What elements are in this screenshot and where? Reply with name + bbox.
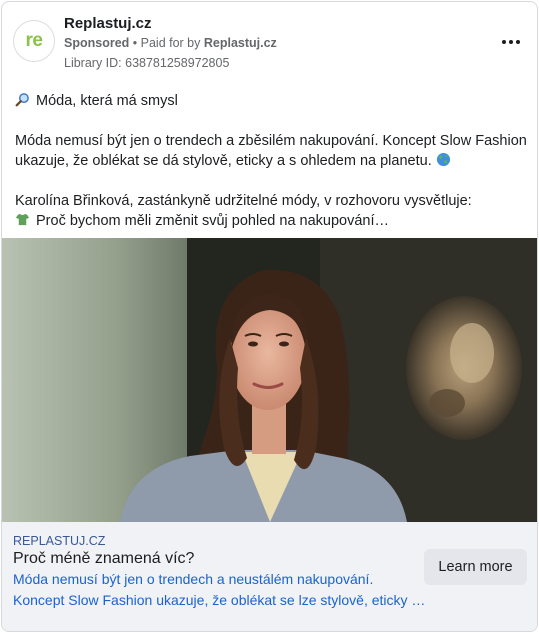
separator-dot: • [129, 36, 141, 50]
post-text-3b: Proč bychom měli změnit svůj pohled na n… [36, 213, 390, 229]
post-text-1: Móda, která má smysl [36, 93, 178, 109]
sponsored-line: Sponsored • Paid for by Replastuj.cz [64, 36, 277, 50]
dot-icon [509, 40, 513, 44]
advertiser-avatar[interactable]: re [13, 20, 55, 62]
sponsored-label: Sponsored [64, 36, 130, 50]
link-description-line-2[interactable]: Koncept Slow Fashion ukazuje, že oblékat… [13, 592, 425, 608]
dot-icon [502, 40, 506, 44]
more-options-button[interactable] [499, 32, 523, 52]
link-card[interactable]: REPLASTUJ.CZ Proč méně znamená víc? Móda… [2, 522, 537, 631]
link-description-line-1[interactable]: Móda nemusí být jen o trendech a neustál… [13, 571, 373, 587]
advertiser-name[interactable]: Replastuj.cz [64, 15, 152, 32]
link-domain[interactable]: REPLASTUJ.CZ [13, 534, 105, 548]
post-body: Móda, která má smysl Móda nemusí být jen… [15, 91, 527, 231]
post-text-3a: Karolína Břinková, zastánkyně udržitelné… [15, 193, 472, 209]
library-id: Library ID: 638781258972805 [64, 56, 230, 70]
post-paragraph-3: Karolína Břinková, zastánkyně udržitelné… [15, 191, 527, 231]
tshirt-icon [15, 213, 30, 226]
paid-for-name: Replastuj.cz [203, 36, 277, 50]
paid-for-prefix: Paid for by [140, 36, 204, 50]
post-paragraph-2: Móda nemusí být jen o trendech a zběsilé… [15, 131, 527, 171]
post-text-2b: ukazuje, že oblékat se dá stylově, etick… [15, 153, 432, 169]
post-line-1: Móda, která má smysl [15, 91, 527, 111]
learn-more-button[interactable]: Learn more [424, 549, 527, 585]
portrait-photo [2, 238, 537, 522]
post-text-2a: Móda nemusí být jen o trendech a zběsilé… [15, 133, 527, 149]
link-headline[interactable]: Proč méně znamená víc? [13, 550, 194, 568]
dot-icon [516, 40, 520, 44]
magnifying-glass-icon [15, 93, 29, 107]
ad-image[interactable] [2, 238, 537, 522]
avatar-logo-text: re [25, 30, 43, 51]
globe-icon [436, 152, 450, 167]
ad-card: re Replastuj.cz Sponsored • Paid for by … [1, 1, 538, 632]
ad-header: re Replastuj.cz Sponsored • Paid for by … [2, 2, 537, 82]
